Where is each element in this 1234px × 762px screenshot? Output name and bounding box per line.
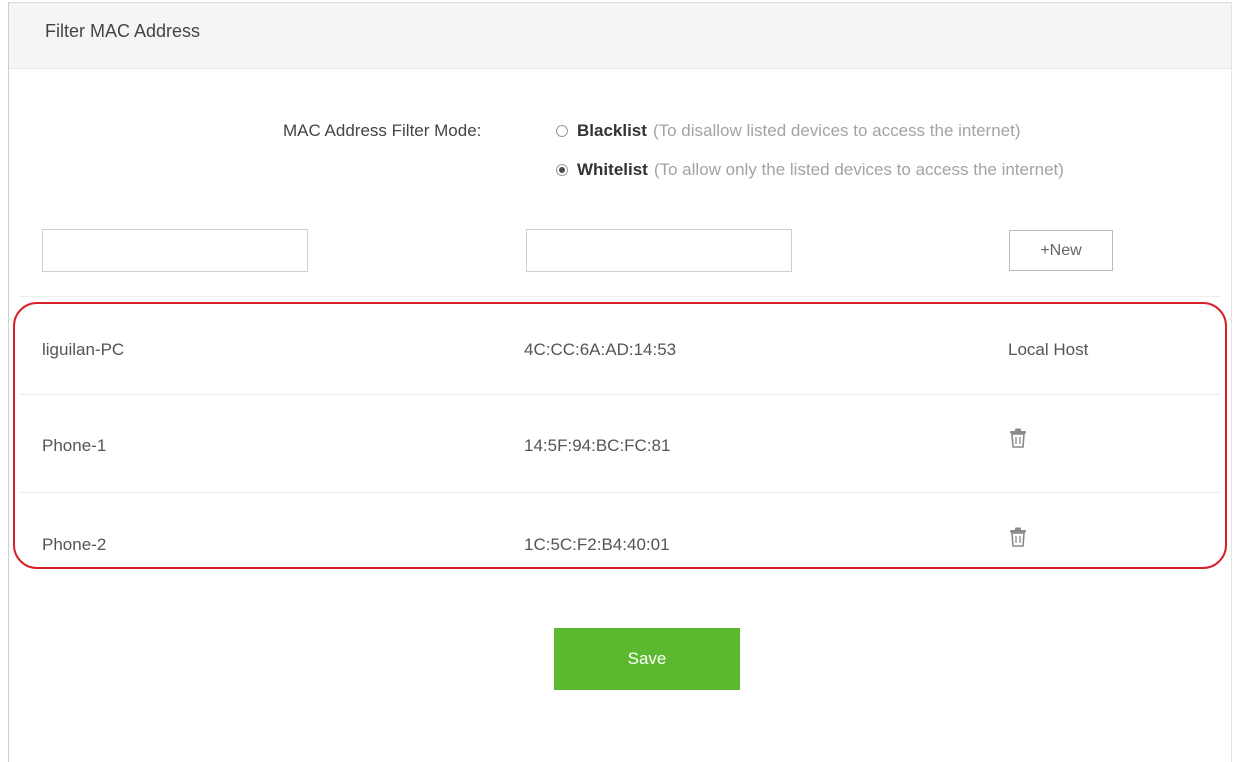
mac-address-input[interactable]: [526, 229, 792, 272]
whitelist-description: (To allow only the listed devices to acc…: [653, 160, 1064, 179]
row-divider: [20, 394, 1220, 395]
device-name: Phone-1: [42, 436, 107, 455]
save-button[interactable]: Save: [554, 628, 740, 690]
device-mac: 1C:5C:F2:B4:40:01: [524, 535, 670, 554]
add-new-button[interactable]: +New: [1009, 230, 1113, 271]
panel-title: Filter MAC Address: [45, 21, 201, 41]
whitelist-option[interactable]: Whitelist (To allow only the listed devi…: [556, 160, 1064, 180]
blacklist-label: Blacklist: [577, 121, 647, 140]
trash-icon[interactable]: [1009, 428, 1027, 448]
row-divider: [20, 492, 1220, 493]
local-host-label: Local Host: [1008, 340, 1089, 359]
device-name: liguilan-PC: [42, 340, 125, 359]
panel-header: Filter MAC Address: [9, 3, 1231, 69]
device-mac: 4C:CC:6A:AD:14:53: [524, 340, 677, 359]
divider: [20, 296, 1220, 297]
whitelist-label: Whitelist: [577, 160, 648, 179]
trash-icon[interactable]: [1009, 527, 1027, 547]
filter-mode-label: MAC Address Filter Mode:: [283, 121, 482, 140]
device-mac: 14:5F:94:BC:FC:81: [524, 436, 671, 455]
blacklist-radio[interactable]: [556, 125, 568, 137]
device-name: Phone-2: [42, 535, 107, 554]
blacklist-description: (To disallow listed devices to access th…: [652, 121, 1021, 140]
whitelist-radio[interactable]: [556, 164, 568, 176]
blacklist-option[interactable]: Blacklist (To disallow listed devices to…: [556, 121, 1021, 141]
device-name-input[interactable]: [42, 229, 308, 272]
